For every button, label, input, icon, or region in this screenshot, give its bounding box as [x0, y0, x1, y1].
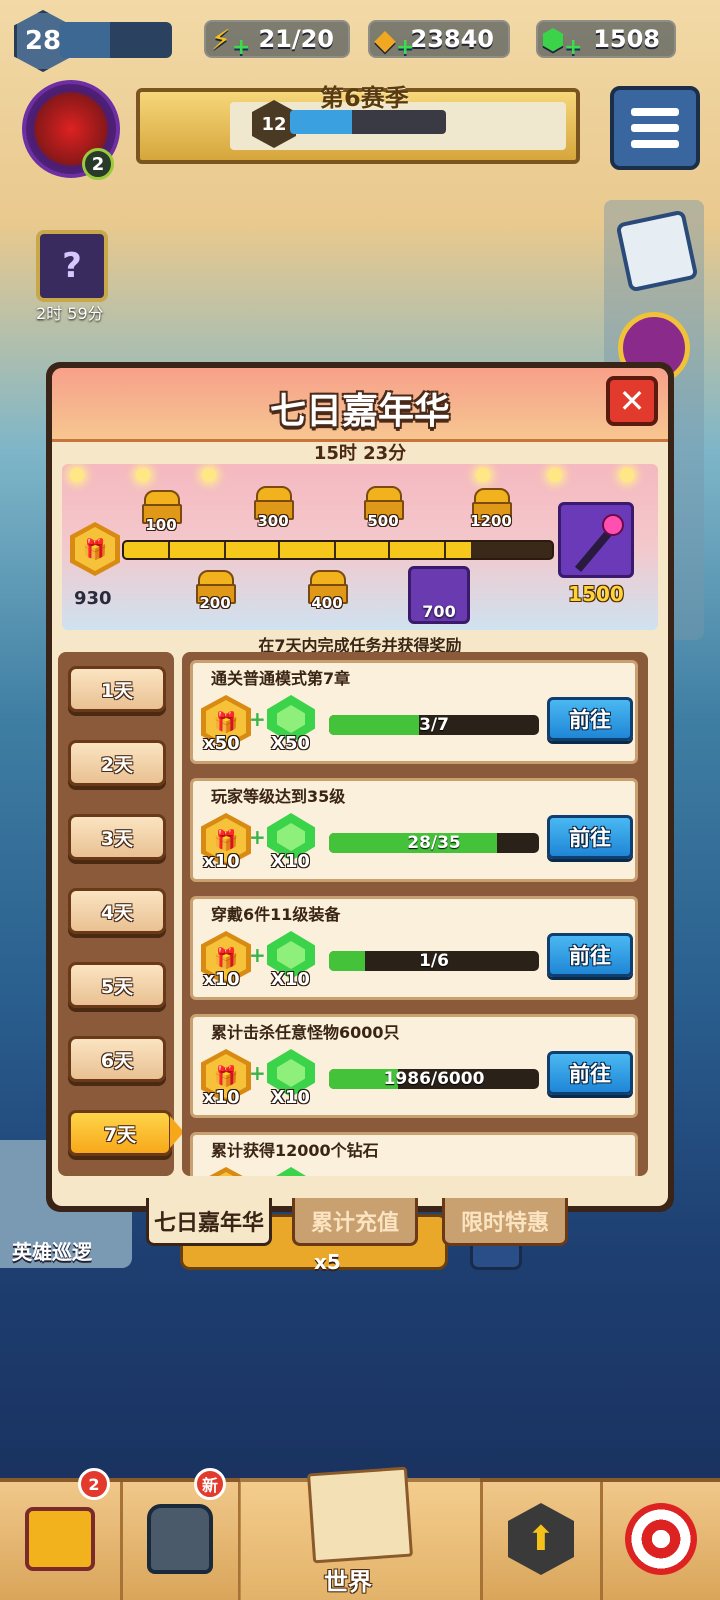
- gem-counter[interactable]: ⬢ + 1508: [536, 20, 676, 60]
- gift-quantity: x10: [203, 969, 240, 990]
- energy-action-label: x5: [314, 1250, 341, 1274]
- tab-seven-day-carnival[interactable]: 七日嘉年华: [146, 1198, 272, 1246]
- task-progress-text: 28/35: [407, 833, 461, 853]
- milestone-label: 700: [422, 602, 456, 621]
- task-title: 穿戴6件11级装备: [211, 905, 341, 924]
- task-title: 通关普通模式第7章: [211, 669, 351, 688]
- gift-quantity: x10: [203, 1087, 240, 1108]
- gem-quantity: X10: [271, 851, 310, 872]
- task-title: 玩家等级达到35级: [211, 787, 346, 806]
- milestone-label: 500: [367, 512, 399, 530]
- mystery-offer-icon[interactable]: ?: [36, 230, 108, 302]
- energy-counter[interactable]: ⚡ + 21/20: [204, 20, 350, 60]
- go-button[interactable]: 前往: [547, 697, 633, 741]
- task-title: 累计获得12000个钻石: [211, 1141, 379, 1160]
- chest-badge: 2: [78, 1468, 110, 1500]
- plus-icon: +: [249, 707, 266, 731]
- dialog-title: 七日嘉年华: [269, 391, 450, 432]
- armor-icon: [147, 1504, 213, 1574]
- hero-patrol-label: 英雄巡逻: [12, 1240, 92, 1264]
- event-timer: 15时 23分: [313, 443, 407, 464]
- nav-upgrade[interactable]: ⬆: [482, 1478, 600, 1600]
- task-card: 穿戴6件11级装备 🎁 + x10 X10 1/6 前往: [190, 896, 638, 1000]
- gem-value: 1508: [593, 25, 660, 53]
- milestone-label: 1200: [470, 512, 512, 530]
- go-button[interactable]: 前往: [547, 815, 633, 859]
- gem-quantity: X50: [271, 733, 310, 754]
- task-progress-bar: 3/7: [329, 715, 539, 735]
- plus-icon: +: [396, 35, 415, 60]
- task-progress-text: 1/6: [419, 951, 449, 971]
- task-progress-text: 1986/6000: [383, 1069, 485, 1089]
- gift-quantity: x50: [203, 733, 240, 754]
- milestone-label: 100: [145, 516, 177, 534]
- go-button[interactable]: 前往: [547, 933, 633, 977]
- milestone-label: 300: [257, 512, 289, 530]
- milestone-label: 200: [199, 594, 231, 612]
- gift-quantity: x10: [203, 851, 240, 872]
- avatar-badge: 2: [82, 148, 114, 180]
- day-tab-3[interactable]: 3天: [68, 814, 166, 860]
- tab-limited-offer[interactable]: 限时特惠: [442, 1198, 568, 1246]
- day-selector: 1天 2天 3天 4天 5天 6天 7天: [58, 652, 184, 1176]
- gem-quantity: X10: [271, 969, 310, 990]
- season-title: 第6赛季: [320, 84, 409, 112]
- plus-icon: +: [232, 35, 251, 60]
- offer-timer: 2时 59分: [36, 304, 104, 323]
- gift-points-icon: 🎁: [70, 522, 120, 576]
- nav-armor[interactable]: [122, 1478, 238, 1600]
- menu-button[interactable]: [610, 86, 700, 170]
- task-progress-bar: 1/6: [329, 951, 539, 971]
- nav-target[interactable]: [602, 1478, 720, 1600]
- new-badge: 新: [194, 1468, 226, 1500]
- target-icon: [625, 1503, 697, 1575]
- task-card: 累计击杀任意怪物6000只 🎁 + x10 X10 1986/6000 前往: [190, 1014, 638, 1118]
- milestone-label: 400: [311, 594, 343, 612]
- xp-bar: [60, 22, 172, 58]
- gem-icon: [267, 1167, 315, 1176]
- coin-value: 23840: [410, 25, 495, 53]
- day-tab-4[interactable]: 4天: [68, 888, 166, 934]
- day-tab-2[interactable]: 2天: [68, 740, 166, 786]
- plus-icon: +: [249, 1061, 266, 1085]
- seven-day-carnival-dialog: 七日嘉年华 ✕ 15时 23分 🎁 930 100 300 500 1200 2…: [46, 362, 674, 1212]
- energy-value: 21/20: [258, 25, 334, 53]
- task-card: 玩家等级达到35级 🎁 + x10 X10 28/35 前往: [190, 778, 638, 882]
- gem-quantity: X10: [271, 1087, 310, 1108]
- day-tab-1[interactable]: 1天: [68, 666, 166, 712]
- dialog-header: 七日嘉年华 ✕: [52, 368, 668, 442]
- season-progress-bar: [290, 110, 446, 134]
- clipboard-icon[interactable]: [615, 209, 699, 293]
- task-progress-bar: 28/35: [329, 833, 539, 853]
- plus-icon: +: [564, 35, 583, 60]
- chest-icon: [25, 1507, 95, 1571]
- milestone-progress-bar: [122, 540, 554, 560]
- day-tab-5[interactable]: 5天: [68, 962, 166, 1008]
- plus-icon: +: [249, 825, 266, 849]
- go-button[interactable]: 前往: [547, 1051, 633, 1095]
- day-tab-6[interactable]: 6天: [68, 1036, 166, 1082]
- map-icon: [306, 1466, 414, 1564]
- day-tab-7[interactable]: 7天: [68, 1110, 172, 1156]
- final-milestone-label: 1500: [568, 582, 624, 606]
- task-card: 累计获得12000个钻石 🎁: [190, 1132, 638, 1176]
- up-arrow-icon: ⬆: [508, 1503, 574, 1575]
- tab-cumulative-recharge[interactable]: 累计充值: [292, 1198, 418, 1246]
- nav-world-label: 世界: [324, 1568, 372, 1596]
- close-icon: ✕: [618, 382, 646, 420]
- reward-track: 🎁 930 100 300 500 1200 200 400 700 1500: [62, 464, 658, 630]
- coin-counter[interactable]: ◆ + 23840: [368, 20, 510, 60]
- total-points: 930: [74, 588, 112, 609]
- task-title: 累计击杀任意怪物6000只: [211, 1023, 400, 1042]
- close-button[interactable]: ✕: [606, 376, 658, 426]
- task-progress-bar: 1986/6000: [329, 1069, 539, 1089]
- plus-icon: +: [249, 943, 266, 967]
- task-list: 通关普通模式第7章 🎁 + x50 X50 3/7 前往 玩家等级达到35级 🎁…: [182, 652, 648, 1176]
- task-progress-text: 3/7: [419, 715, 449, 735]
- gift-points-icon: 🎁: [201, 1167, 251, 1176]
- task-card: 通关普通模式第7章 🎁 + x50 X50 3/7 前往: [190, 660, 638, 764]
